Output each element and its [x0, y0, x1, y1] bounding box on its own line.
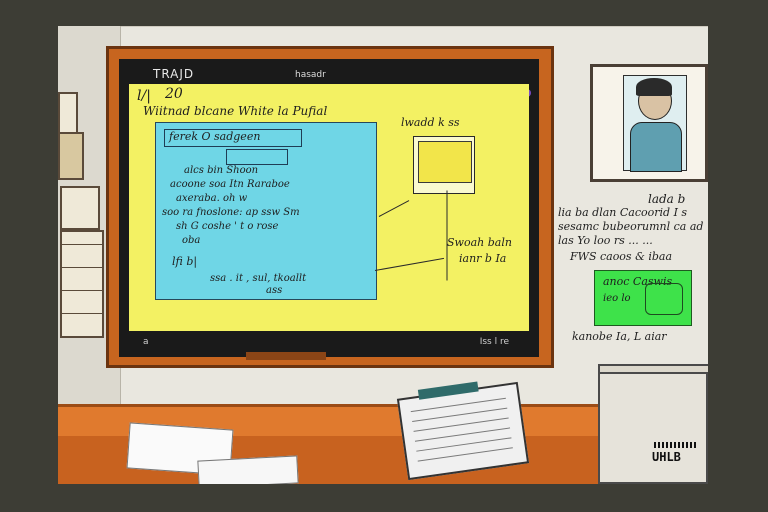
blue-panel-title: ferek O sadgeen [169, 130, 261, 143]
screen-heading: Wiitnad blcane White la Pufial [143, 104, 328, 118]
wall-picture-middle [58, 132, 84, 180]
monitor-brand: TRAJD [153, 67, 195, 81]
wall-text: lia ba dlan Cacoorid I s [558, 206, 688, 219]
right-text: Swoah baln [447, 236, 512, 249]
blue-line: sh G coshe ' t o rose [176, 221, 279, 232]
note-label: FWS caoos & ibaa [570, 250, 673, 263]
monitor-screen: l/| 20 Wiitnad blcane White la Pufial fe… [129, 84, 529, 331]
top-left-mark: l/| [137, 88, 151, 104]
green-note-face-icon [645, 283, 683, 315]
monitor-frame: TRAJD hasadr l/| 20 Wiitnad blcane White… [106, 46, 554, 368]
monitor-bezel: TRAJD hasadr l/| 20 Wiitnad blcane White… [119, 59, 539, 357]
status-left: a [143, 337, 149, 347]
cabinet-top [598, 364, 708, 374]
illustration-scene: TRAJD hasadr l/| 20 Wiitnad blcane White… [58, 26, 708, 484]
paper-sheet [197, 455, 299, 484]
portrait-hair [636, 78, 672, 96]
blue-line: oba [182, 235, 201, 246]
blue-line: alcs bin Shoon [184, 165, 259, 176]
portrait-body [630, 122, 682, 172]
wall-picture-top [58, 92, 78, 134]
logo-barcode-icon [654, 442, 698, 448]
card-mini-caption: lwadd k ss [401, 116, 460, 129]
blue-line: axeraba. oh w [176, 193, 248, 204]
notebook [396, 381, 530, 481]
blue-line: ssa . it , sul, tkoallt [210, 273, 307, 284]
blue-line: acoone soa Itn Raraboe [170, 179, 290, 190]
mini-card [413, 136, 475, 194]
blue-panel-chip [226, 149, 288, 165]
portrait-frame [590, 64, 708, 182]
wall-text: las Yo loo rs ... ... [558, 234, 653, 247]
right-text: ianr b Ia [459, 252, 507, 265]
green-note: anoc Caswis ieo lo [594, 270, 692, 326]
monitor-brand-sub: hasadr [295, 70, 326, 80]
status-right: Iss l re [479, 337, 509, 347]
notebook-tab [417, 381, 479, 400]
arrow-line [378, 200, 410, 217]
under-note-text: kanobe Ia, L aiar [572, 330, 667, 343]
logo-text: UHLB [652, 450, 681, 464]
wall-text: lada b [648, 192, 686, 206]
wall-picture-grid [60, 230, 104, 338]
blue-line: ass [266, 285, 283, 296]
green-note-sub: ieo lo [603, 293, 631, 304]
blue-panel: ferek O sadgeen alcs bin Shoon acoone so… [155, 122, 377, 300]
blue-line: lfi b| [172, 255, 198, 268]
portrait [623, 75, 687, 172]
wall-text: sesamc bubeorumnl ca ad [558, 220, 704, 233]
wall-picture-comic [60, 186, 100, 230]
taskbar: a Iss l re [119, 333, 539, 357]
blue-panel-title-box: ferek O sadgeen [164, 129, 302, 147]
monitor-stand [246, 352, 326, 360]
blue-line: soo ra fnoslone: ap ssw Sm [162, 207, 300, 218]
arrow-line [374, 257, 445, 271]
ceiling-line [118, 26, 708, 27]
mini-card-inner [418, 141, 472, 183]
top-left-mark-2: 20 [165, 86, 183, 102]
